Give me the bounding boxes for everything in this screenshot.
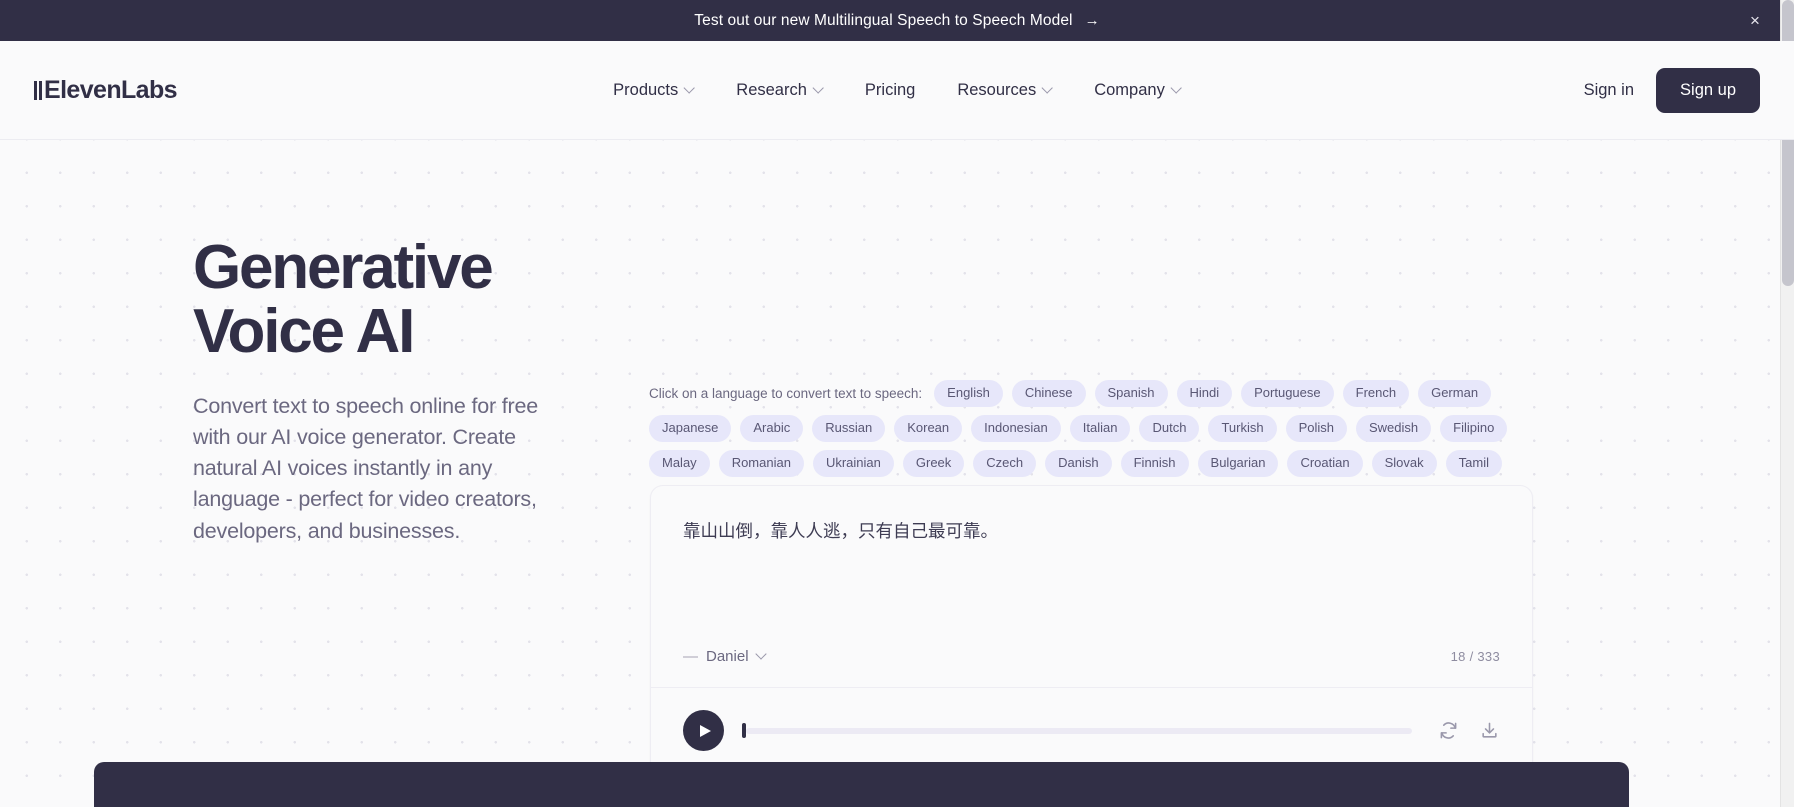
main-navigation: Products Research Pricing Resources Comp… <box>613 81 1181 100</box>
hero-copy: Generative Voice AI Convert text to spee… <box>193 233 593 547</box>
language-chip-polish[interactable]: Polish <box>1285 414 1347 442</box>
language-chip-dutch[interactable]: Dutch <box>1139 414 1200 442</box>
language-chip-english[interactable]: English <box>934 380 1003 407</box>
header-actions: Sign in Sign up <box>1584 67 1760 113</box>
language-chip-korean[interactable]: Korean <box>894 414 963 442</box>
close-icon[interactable]: × <box>1744 10 1766 32</box>
tts-meta-row: — Daniel 18 / 333 <box>651 648 1532 687</box>
language-chip-romanian[interactable]: Romanian <box>718 449 804 477</box>
nav-label: Company <box>1094 80 1165 99</box>
hero-title-line-2: Voice AI <box>193 297 415 367</box>
text-to-speech-card: 靠山山倒，靠人人逃，只有自己最可靠。 — Daniel 18 / 333 <box>650 485 1533 776</box>
language-chip-russian[interactable]: Russian <box>812 414 886 442</box>
language-selector: Click on a language to convert text to s… <box>649 380 1529 477</box>
nav-item-research[interactable]: Research <box>736 81 823 100</box>
announcement-text: Test out our new Multilingual Speech to … <box>694 11 1073 29</box>
language-chip-bulgarian[interactable]: Bulgarian <box>1197 449 1279 477</box>
nav-label: Products <box>613 80 679 99</box>
language-chip-ukrainian[interactable]: Ukrainian <box>812 449 894 477</box>
language-chip-japanese[interactable]: Japanese <box>649 414 732 442</box>
tts-text-area[interactable]: 靠山山倒，靠人人逃，只有自己最可靠。 <box>651 486 1532 648</box>
arrow-right-icon: → <box>1084 12 1100 29</box>
language-chip-filipino[interactable]: Filipino <box>1440 414 1508 442</box>
play-triangle <box>699 724 711 737</box>
language-chip-finnish[interactable]: Finnish <box>1120 449 1189 477</box>
language-chip-malay[interactable]: Malay <box>649 449 710 477</box>
chevron-down-icon <box>814 84 823 93</box>
progress-slider[interactable] <box>742 723 1412 738</box>
language-chip-french[interactable]: French <box>1342 380 1410 407</box>
chevron-down-icon <box>685 84 694 93</box>
progress-track <box>746 727 1412 734</box>
tts-input-text[interactable]: 靠山山倒，靠人人逃，只有自己最可靠。 <box>683 519 1500 545</box>
nav-item-resources[interactable]: Resources <box>957 81 1052 100</box>
nav-label: Research <box>736 80 807 99</box>
nav-label: Pricing <box>864 80 916 99</box>
download-icon[interactable] <box>1479 720 1500 741</box>
language-chip-chinese[interactable]: Chinese <box>1011 380 1086 407</box>
language-chip-indonesian[interactable]: Indonesian <box>971 414 1061 442</box>
chevron-down-icon <box>1172 84 1181 93</box>
sign-up-button[interactable]: Sign up <box>1656 67 1760 113</box>
nav-item-pricing[interactable]: Pricing <box>865 81 915 100</box>
language-chip-danish[interactable]: Danish <box>1045 449 1112 477</box>
language-chip-german[interactable]: German <box>1418 380 1492 407</box>
brand-name: ElevenLabs <box>44 75 178 104</box>
hero-title-line-1: Generative <box>193 233 494 302</box>
language-chip-italian[interactable]: Italian <box>1069 414 1131 442</box>
player-action-icons <box>1438 720 1500 741</box>
hero-section: Generative Voice AI Convert text to spee… <box>0 140 1794 807</box>
voice-dash: — <box>683 648 698 665</box>
character-count: 18 / 333 <box>1450 649 1500 664</box>
chevron-down-icon <box>757 650 767 660</box>
page-title: Generative Voice AI <box>193 233 593 367</box>
logo-bars-icon <box>34 80 42 100</box>
language-chip-czech[interactable]: Czech <box>973 449 1037 477</box>
voice-selector[interactable]: — Daniel <box>683 648 767 665</box>
language-chip-spanish[interactable]: Spanish <box>1094 380 1168 407</box>
nav-label: Resources <box>957 80 1037 99</box>
play-icon[interactable] <box>683 710 724 751</box>
language-chip-greek[interactable]: Greek <box>902 449 965 477</box>
language-chip-hindi[interactable]: Hindi <box>1176 380 1233 407</box>
language-chip-croatian[interactable]: Croatian <box>1287 449 1363 477</box>
regenerate-icon[interactable] <box>1438 720 1459 741</box>
announcement-link[interactable]: Test out our new Multilingual Speech to … <box>694 12 1099 30</box>
language-chip-portuguese[interactable]: Portuguese <box>1241 380 1334 407</box>
language-chip-list: Click on a language to convert text to s… <box>649 380 1529 477</box>
nav-item-company[interactable]: Company <box>1094 81 1181 100</box>
site-header: ElevenLabs Products Research Pricing Res… <box>0 41 1794 140</box>
hero-subtitle: Convert text to speech online for free w… <box>193 393 538 543</box>
voice-name: Daniel <box>706 648 749 665</box>
language-chip-turkish[interactable]: Turkish <box>1208 414 1277 442</box>
language-chip-slovak[interactable]: Slovak <box>1371 449 1437 477</box>
elevenlabs-logo[interactable]: ElevenLabs <box>34 75 178 105</box>
language-chip-swedish[interactable]: Swedish <box>1356 414 1432 442</box>
language-chip-tamil[interactable]: Tamil <box>1445 449 1502 477</box>
chevron-down-icon <box>1043 84 1052 93</box>
announcement-banner: Test out our new Multilingual Speech to … <box>0 0 1794 41</box>
language-prompt: Click on a language to convert text to s… <box>649 385 923 401</box>
nav-item-products[interactable]: Products <box>613 81 694 100</box>
language-chip-arabic[interactable]: Arabic <box>740 414 804 442</box>
cta-panel: Get Started Free → <box>94 762 1629 807</box>
sign-in-link[interactable]: Sign in <box>1584 81 1634 100</box>
